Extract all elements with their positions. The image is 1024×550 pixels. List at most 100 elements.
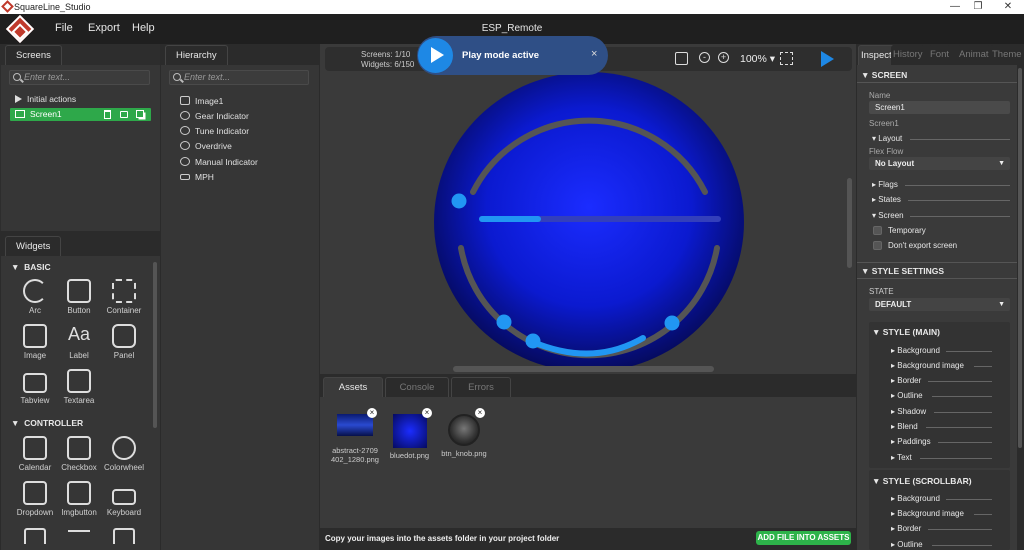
hierarchy-item-tune-indicator[interactable]: Tune Indicator bbox=[180, 126, 249, 136]
minimize-button[interactable]: — bbox=[945, 1, 965, 12]
menu-export[interactable]: Export bbox=[88, 22, 120, 34]
collapse-triangle-icon: ▼ bbox=[872, 327, 883, 337]
dont-export-checkbox[interactable] bbox=[873, 241, 882, 250]
layout-header[interactable]: ▾ Layout bbox=[872, 134, 902, 143]
canvas-vertical-scrollbar[interactable] bbox=[847, 178, 852, 268]
tab-widgets[interactable]: Widgets bbox=[5, 236, 62, 256]
tab-animation[interactable]: Animat bbox=[957, 45, 991, 65]
widget-dropdown[interactable]: Dropdown bbox=[13, 481, 57, 517]
maximize-button[interactable]: ❐ bbox=[968, 1, 988, 12]
tab-inspect[interactable]: Inspect bbox=[858, 45, 895, 65]
screens-search[interactable] bbox=[9, 70, 150, 85]
asset-bluedot[interactable]: bluedot.png × bbox=[387, 408, 432, 460]
screen-name-input[interactable]: Screen1 bbox=[869, 101, 1010, 114]
hierarchy-item-overdrive[interactable]: Overdrive bbox=[180, 141, 232, 151]
style-main-text[interactable]: ▸ Text bbox=[891, 453, 912, 462]
widget-container[interactable]: Container bbox=[102, 279, 146, 315]
widget-colorwheel[interactable]: Colorwheel bbox=[102, 436, 146, 472]
asset-remove-icon[interactable]: × bbox=[367, 408, 377, 418]
canvas-horizontal-scrollbar[interactable] bbox=[453, 366, 714, 372]
asset-remove-icon[interactable]: × bbox=[422, 408, 432, 418]
delete-icon[interactable] bbox=[104, 110, 111, 119]
style-main-paddings[interactable]: ▸ Paddings bbox=[891, 437, 931, 446]
divider bbox=[857, 262, 1017, 263]
style-scrollbar-background[interactable]: ▸ Background bbox=[891, 494, 940, 503]
widget-calendar[interactable]: Calendar bbox=[13, 436, 57, 472]
hierarchy-item-mph[interactable]: MPH bbox=[180, 172, 214, 182]
close-window-button[interactable]: ✕ bbox=[998, 1, 1018, 12]
tab-history[interactable]: History bbox=[891, 45, 925, 65]
device-screen-preview[interactable] bbox=[433, 72, 745, 370]
widget-button[interactable]: Button bbox=[57, 279, 101, 315]
states-header[interactable]: ▸ States bbox=[872, 195, 901, 204]
initial-actions-item[interactable]: Initial actions bbox=[15, 94, 76, 104]
flex-flow-dropdown[interactable]: No Layout ▼ bbox=[869, 157, 1010, 170]
asset-abstract[interactable]: abstract-2709402_1280.png × bbox=[330, 408, 380, 464]
widget-imgbutton[interactable]: Imgbutton bbox=[57, 481, 101, 517]
basic-section-header[interactable]: ▼ BASIC bbox=[11, 262, 51, 272]
tab-font[interactable]: Font bbox=[928, 45, 952, 65]
tab-theme[interactable]: Theme bbox=[990, 45, 1024, 65]
menu-help[interactable]: Help bbox=[132, 22, 155, 34]
fit-screen-icon[interactable] bbox=[780, 52, 793, 65]
lock-icon[interactable] bbox=[120, 111, 128, 118]
style-main-border[interactable]: ▸ Border bbox=[891, 376, 921, 385]
widget-checkbox[interactable]: Checkbox bbox=[57, 436, 101, 472]
zoom-out-icon[interactable]: - bbox=[699, 52, 710, 63]
widget-textarea[interactable]: Textarea bbox=[57, 369, 101, 405]
widget-panel[interactable]: Panel bbox=[102, 324, 146, 360]
widget-tabview[interactable]: Tabview bbox=[13, 369, 57, 405]
widgets-scrollbar[interactable] bbox=[153, 262, 157, 428]
panel-icon bbox=[112, 324, 136, 348]
menu-file[interactable]: File bbox=[55, 22, 73, 34]
widget-image[interactable]: Image bbox=[13, 324, 57, 360]
inspector-scrollbar[interactable] bbox=[1018, 68, 1022, 448]
style-main-blend[interactable]: ▸ Blend bbox=[891, 422, 918, 431]
controller-section-header[interactable]: ▼ CONTROLLER bbox=[11, 418, 83, 428]
tab-errors[interactable]: Errors bbox=[451, 377, 511, 397]
widget-label[interactable]: Aa Label bbox=[57, 324, 101, 360]
play-button[interactable] bbox=[821, 51, 834, 67]
style-main-header[interactable]: ▼ STYLE (MAIN) bbox=[872, 327, 940, 337]
dont-export-label: Don't export screen bbox=[888, 241, 958, 250]
style-scrollbar-header[interactable]: ▼ STYLE (SCROLLBAR) bbox=[872, 476, 972, 486]
style-main-background-image[interactable]: ▸ Background image bbox=[891, 361, 964, 370]
style-scrollbar-border[interactable]: ▸ Border bbox=[891, 524, 921, 533]
monitor-icon bbox=[15, 110, 25, 118]
tab-hierarchy[interactable]: Hierarchy bbox=[165, 45, 228, 65]
add-file-button[interactable]: ADD FILE INTO ASSETS bbox=[756, 531, 851, 545]
widget-keyboard[interactable]: Keyboard bbox=[102, 481, 146, 517]
state-dropdown[interactable]: DEFAULT ▼ bbox=[869, 298, 1010, 311]
asset-btn-knob[interactable]: btn_knob.png × bbox=[438, 408, 490, 458]
style-item-label: Background image bbox=[897, 509, 964, 518]
tab-screens[interactable]: Screens bbox=[5, 45, 62, 65]
asset-remove-icon[interactable]: × bbox=[475, 408, 485, 418]
screens-search-input[interactable] bbox=[24, 72, 149, 82]
hierarchy-search[interactable] bbox=[169, 70, 309, 85]
toast-close-button[interactable]: × bbox=[591, 48, 597, 60]
style-scrollbar-outline[interactable]: ▸ Outline bbox=[891, 540, 923, 549]
tab-assets[interactable]: Assets bbox=[323, 377, 383, 397]
style-settings-header[interactable]: ▼ STYLE SETTINGS bbox=[861, 266, 944, 276]
style-main-outline[interactable]: ▸ Outline bbox=[891, 391, 923, 400]
hierarchy-item-gear-indicator[interactable]: Gear Indicator bbox=[180, 111, 249, 121]
style-main-shadow[interactable]: ▸ Shadow bbox=[891, 407, 926, 416]
screen-sub-header[interactable]: ▾ Screen bbox=[872, 211, 904, 220]
widget-arc[interactable]: Arc bbox=[13, 279, 57, 315]
image-view-icon[interactable] bbox=[675, 52, 688, 65]
divider bbox=[934, 412, 992, 413]
zoom-level-select[interactable]: 100% ▾ bbox=[740, 53, 775, 65]
screen-item-screen1[interactable]: Screen1 bbox=[10, 108, 151, 121]
hierarchy-search-input[interactable] bbox=[184, 72, 308, 82]
tab-console[interactable]: Console bbox=[385, 377, 449, 397]
hierarchy-item-image1[interactable]: Image1 bbox=[180, 96, 223, 106]
style-main-background[interactable]: ▸ Background bbox=[891, 346, 940, 355]
zoom-in-icon[interactable]: + bbox=[718, 52, 729, 63]
temporary-checkbox[interactable] bbox=[873, 226, 882, 235]
arc-icon bbox=[180, 157, 190, 166]
screen-section-header[interactable]: ▼ SCREEN bbox=[861, 70, 907, 80]
hierarchy-item-manual-indicator[interactable]: Manual Indicator bbox=[180, 157, 258, 167]
style-scrollbar-background-image[interactable]: ▸ Background image bbox=[891, 509, 964, 518]
flags-header[interactable]: ▸ Flags bbox=[872, 180, 898, 189]
duplicate-icon[interactable] bbox=[136, 110, 144, 118]
